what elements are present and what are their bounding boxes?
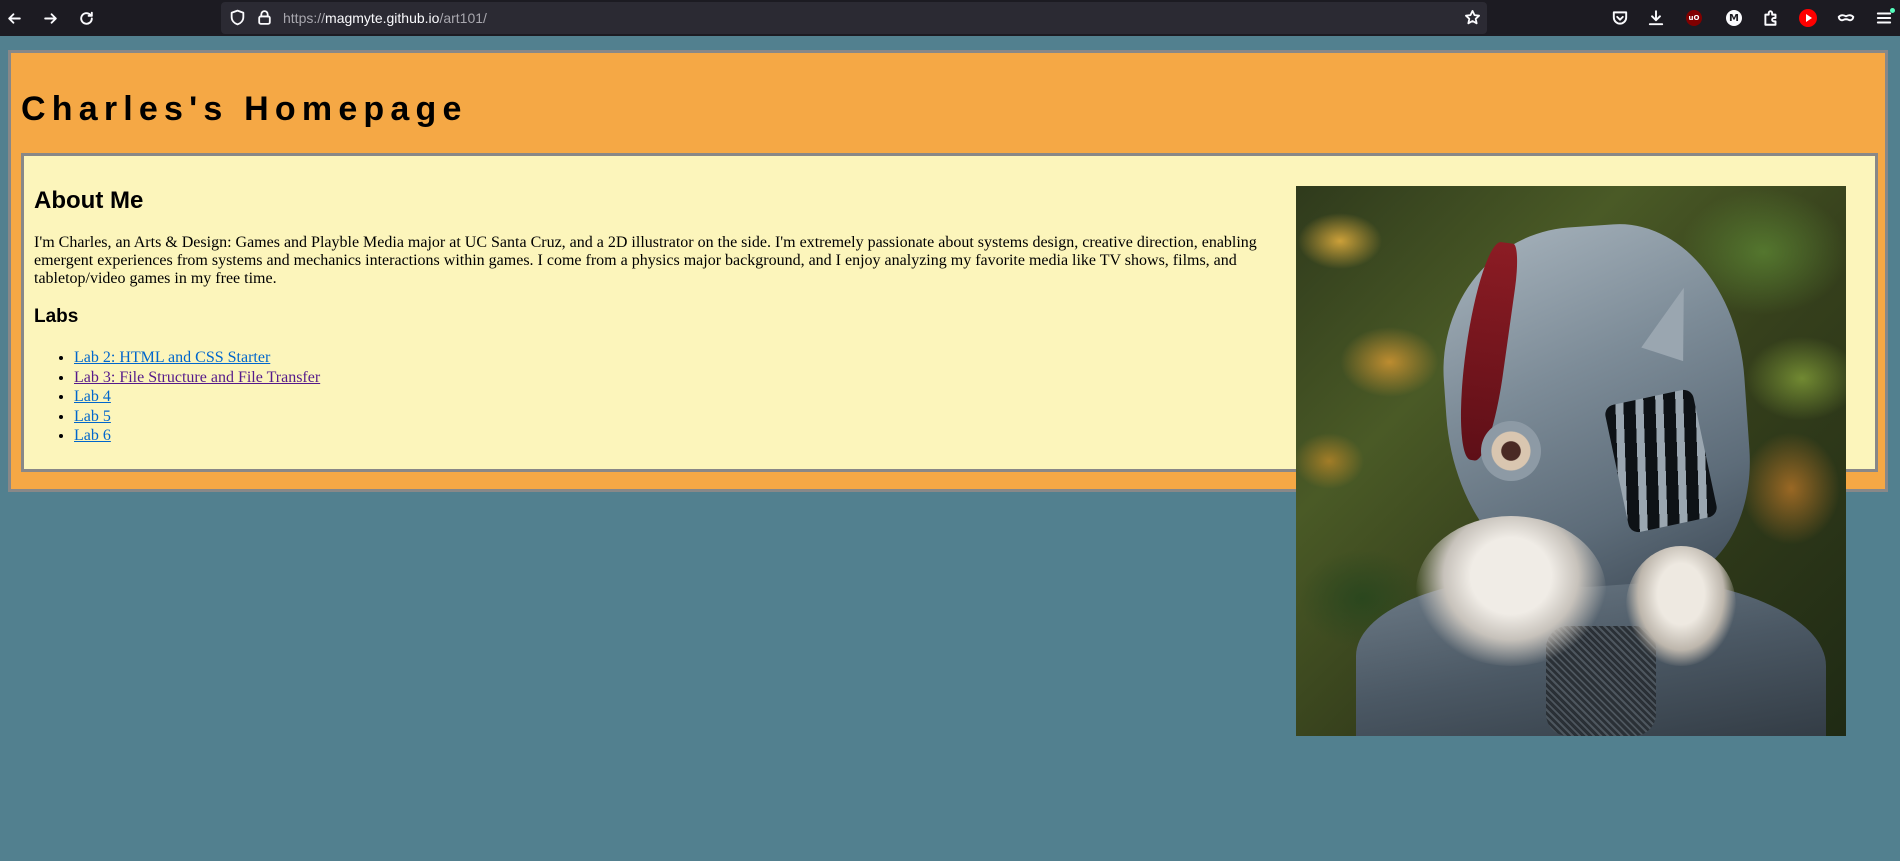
- back-arrow-icon[interactable]: [0, 4, 28, 32]
- extensions-puzzle-icon[interactable]: [1760, 7, 1782, 29]
- url-host: magmyte.github.io: [325, 10, 440, 26]
- browser-toolbar: https://magmyte.github.io/art101/ uO M: [0, 0, 1900, 36]
- bookmark-star-icon[interactable]: [1464, 9, 1481, 31]
- reload-icon[interactable]: [72, 4, 100, 32]
- lock-icon[interactable]: [256, 9, 273, 31]
- photo-ear-guard: [1481, 421, 1541, 481]
- forward-arrow-icon[interactable]: [36, 4, 64, 32]
- tracking-shield-icon[interactable]: [229, 9, 246, 31]
- youtube-icon[interactable]: [1797, 7, 1819, 29]
- update-dot: [1890, 8, 1895, 13]
- lab-5-link[interactable]: Lab 5: [74, 408, 111, 425]
- url-bar[interactable]: https://magmyte.github.io/art101/: [221, 2, 1487, 34]
- photo-fur-right: [1626, 546, 1736, 666]
- downloads-icon[interactable]: [1645, 7, 1667, 29]
- list-item: Lab 6: [74, 426, 320, 446]
- about-text: I'm Charles, an Arts & Design: Games and…: [34, 234, 1257, 287]
- list-item: Lab 5: [74, 407, 320, 427]
- list-item: Lab 2: HTML and CSS Starter: [74, 348, 320, 368]
- about-heading: About Me: [34, 187, 144, 214]
- labs-heading: Labs: [34, 306, 79, 327]
- labs-list: Lab 2: HTML and CSS Starter Lab 3: File …: [34, 348, 320, 446]
- pocket-icon[interactable]: [1609, 7, 1631, 29]
- app-menu-icon[interactable]: [1873, 7, 1895, 29]
- url-text[interactable]: https://magmyte.github.io/art101/: [283, 10, 487, 26]
- url-scheme: https://: [283, 10, 326, 26]
- list-item: Lab 3: File Structure and File Transfer: [74, 368, 320, 388]
- lab-3-link[interactable]: Lab 3: File Structure and File Transfer: [74, 369, 320, 386]
- url-path: /art101/: [439, 10, 487, 26]
- list-item: Lab 4: [74, 387, 320, 407]
- lab-6-link[interactable]: Lab 6: [74, 427, 111, 444]
- account-mask-icon[interactable]: [1835, 7, 1857, 29]
- profile-photo: [1296, 186, 1846, 736]
- ublock-origin-icon[interactable]: uO: [1683, 7, 1705, 29]
- lab-4-link[interactable]: Lab 4: [74, 388, 111, 405]
- lab-2-link[interactable]: Lab 2: HTML and CSS Starter: [74, 349, 270, 366]
- site-title: Charles's Homepage: [21, 90, 468, 128]
- photo-fur: [1416, 516, 1606, 666]
- m-extension-icon[interactable]: M: [1723, 7, 1745, 29]
